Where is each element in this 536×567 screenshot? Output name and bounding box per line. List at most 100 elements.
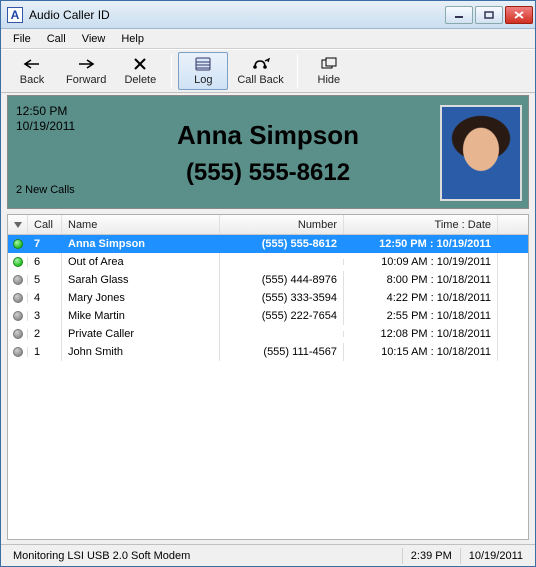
row-padding — [498, 241, 528, 247]
app-window: A Audio Caller ID File Call View Help Ba… — [0, 0, 536, 567]
hide-button[interactable]: Hide — [304, 52, 354, 90]
toolbar-separator — [297, 54, 298, 88]
row-call-cell: 3 — [28, 307, 62, 325]
row-call-cell: 5 — [28, 271, 62, 289]
minimize-button[interactable] — [445, 6, 473, 24]
row-number-cell — [220, 331, 344, 337]
row-time-cell: 12:08 PM : 10/18/2011 — [344, 325, 498, 343]
row-call-cell: 4 — [28, 289, 62, 307]
row-status-cell — [8, 347, 28, 357]
delete-label: Delete — [124, 74, 156, 86]
new-calls-count: 2 New Calls — [16, 184, 96, 198]
row-call-cell: 6 — [28, 253, 62, 271]
row-name-cell: Mary Jones — [62, 289, 220, 307]
row-status-cell — [8, 329, 28, 339]
window-title: Audio Caller ID — [29, 8, 445, 22]
number-column-header[interactable]: Number — [220, 215, 344, 234]
toolbar-separator — [171, 54, 172, 88]
menu-view[interactable]: View — [74, 31, 114, 47]
caller-name: Anna Simpson — [177, 120, 359, 151]
row-status-cell — [8, 311, 28, 321]
title-bar: A Audio Caller ID — [1, 1, 535, 29]
status-dot-icon — [13, 311, 23, 321]
close-button[interactable] — [505, 6, 533, 24]
hide-icon — [321, 56, 337, 72]
callback-button[interactable]: Call Back — [230, 52, 290, 90]
row-padding — [498, 295, 528, 301]
status-dot-icon — [13, 329, 23, 339]
caller-panel: 12:50 PM 10/19/2011 2 New Calls Anna Sim… — [7, 95, 529, 209]
sort-column-header[interactable] — [8, 215, 28, 234]
time-column-header[interactable]: Time : Date — [344, 215, 498, 234]
row-number-cell — [220, 259, 344, 265]
table-row[interactable]: 7Anna Simpson(555) 555-861212:50 PM : 10… — [8, 235, 528, 253]
table-header: Call Name Number Time : Date — [8, 215, 528, 235]
log-icon — [195, 56, 211, 72]
status-dot-icon — [13, 239, 23, 249]
forward-button[interactable]: Forward — [59, 52, 113, 90]
status-dot-icon — [13, 257, 23, 267]
row-status-cell — [8, 293, 28, 303]
row-time-cell: 4:22 PM : 10/18/2011 — [344, 289, 498, 307]
current-time: 12:50 PM — [16, 104, 96, 119]
row-time-cell: 10:15 AM : 10/18/2011 — [344, 343, 498, 361]
arrow-right-icon — [77, 56, 95, 72]
caller-info: Anna Simpson (555) 555-8612 — [96, 104, 440, 202]
table-row[interactable]: 3Mike Martin(555) 222-76542:55 PM : 10/1… — [8, 307, 528, 325]
row-call-cell: 7 — [28, 235, 62, 253]
app-icon: A — [7, 7, 23, 23]
status-date: 10/19/2011 — [460, 548, 531, 564]
table-body: 7Anna Simpson(555) 555-861212:50 PM : 10… — [8, 235, 528, 539]
row-name-cell: John Smith — [62, 343, 220, 361]
row-number-cell: (555) 222-7654 — [220, 307, 344, 325]
current-date: 10/19/2011 — [16, 119, 96, 134]
status-dot-icon — [13, 275, 23, 285]
row-time-cell: 2:55 PM : 10/18/2011 — [344, 307, 498, 325]
row-padding — [498, 331, 528, 337]
row-padding — [498, 277, 528, 283]
row-padding — [498, 313, 528, 319]
arrow-left-icon — [23, 56, 41, 72]
status-text: Monitoring LSI USB 2.0 Soft Modem — [5, 548, 402, 564]
toolbar: Back Forward Delete Log Call Back — [1, 49, 535, 93]
status-dot-icon — [13, 347, 23, 357]
header-padding — [498, 215, 528, 234]
table-row[interactable]: 6Out of Area 10:09 AM : 10/19/2011 — [8, 253, 528, 271]
row-name-cell: Anna Simpson — [62, 235, 220, 253]
row-name-cell: Sarah Glass — [62, 271, 220, 289]
menu-help[interactable]: Help — [113, 31, 152, 47]
delete-button[interactable]: Delete — [115, 52, 165, 90]
row-time-cell: 12:50 PM : 10/19/2011 — [344, 235, 498, 253]
menu-file[interactable]: File — [5, 31, 39, 47]
maximize-button[interactable] — [475, 6, 503, 24]
table-row[interactable]: 1John Smith(555) 111-456710:15 AM : 10/1… — [8, 343, 528, 361]
delete-icon — [133, 56, 147, 72]
caller-photo — [440, 105, 522, 201]
sort-descending-icon — [14, 222, 22, 228]
table-row[interactable]: 5Sarah Glass(555) 444-89768:00 PM : 10/1… — [8, 271, 528, 289]
hide-label: Hide — [318, 74, 341, 86]
row-time-cell: 10:09 AM : 10/19/2011 — [344, 253, 498, 271]
row-name-cell: Mike Martin — [62, 307, 220, 325]
menu-bar: File Call View Help — [1, 29, 535, 49]
back-label: Back — [20, 74, 44, 86]
status-dot-icon — [13, 293, 23, 303]
caller-panel-wrap: 12:50 PM 10/19/2011 2 New Calls Anna Sim… — [1, 93, 535, 212]
row-number-cell: (555) 444-8976 — [220, 271, 344, 289]
row-status-cell — [8, 257, 28, 267]
row-status-cell — [8, 239, 28, 249]
log-button[interactable]: Log — [178, 52, 228, 90]
forward-label: Forward — [66, 74, 106, 86]
call-column-header[interactable]: Call — [28, 215, 62, 234]
row-name-cell: Out of Area — [62, 253, 220, 271]
table-row[interactable]: 2Private Caller 12:08 PM : 10/18/2011 — [8, 325, 528, 343]
menu-call[interactable]: Call — [39, 31, 74, 47]
row-call-cell: 2 — [28, 325, 62, 343]
table-row[interactable]: 4Mary Jones(555) 333-35944:22 PM : 10/18… — [8, 289, 528, 307]
call-log-table: Call Name Number Time : Date 7Anna Simps… — [7, 214, 529, 540]
row-name-cell: Private Caller — [62, 325, 220, 343]
name-column-header[interactable]: Name — [62, 215, 220, 234]
back-button[interactable]: Back — [7, 52, 57, 90]
window-buttons — [445, 6, 533, 24]
caller-meta: 12:50 PM 10/19/2011 2 New Calls — [16, 104, 96, 202]
